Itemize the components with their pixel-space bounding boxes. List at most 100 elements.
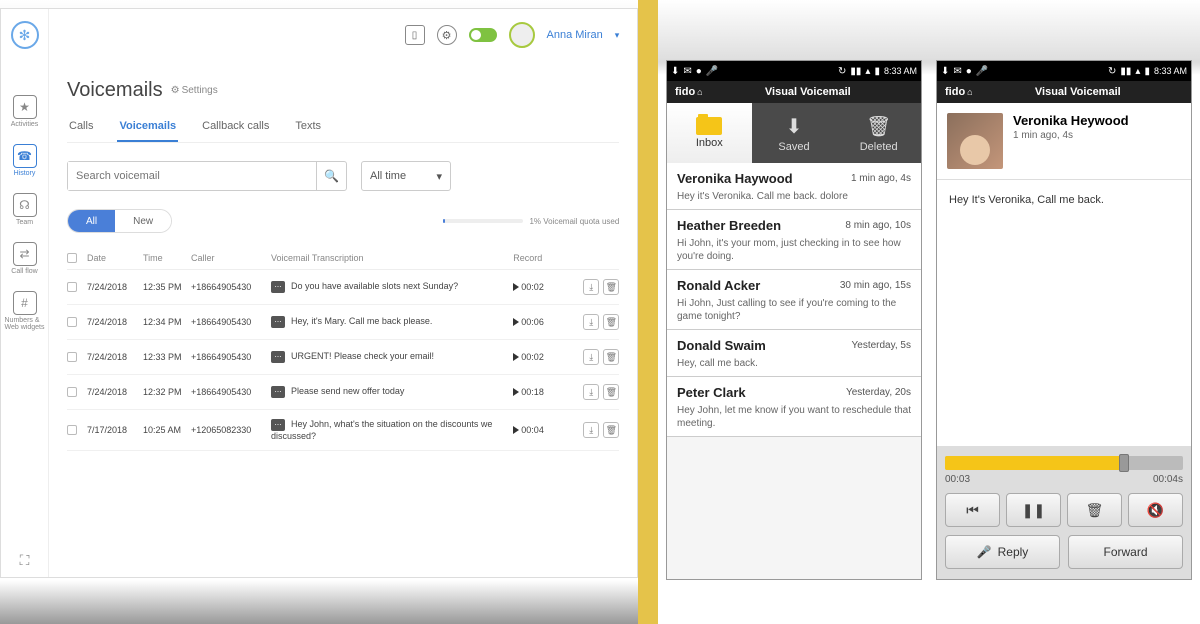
page-title-text: Voicemails bbox=[67, 79, 163, 102]
nav-callflow[interactable]: ⇄ Call flow bbox=[5, 242, 45, 275]
list-item[interactable]: Peter ClarkYesterday, 20sHey John, let m… bbox=[667, 377, 921, 437]
col-caller[interactable]: Caller bbox=[191, 253, 267, 263]
table-row[interactable]: 7/17/2018 10:25 AM +12065082330 ⋯Hey Joh… bbox=[67, 410, 619, 451]
nav-numbers[interactable]: #Numbers & Web widgets bbox=[5, 291, 45, 331]
avatar[interactable] bbox=[509, 22, 535, 48]
folder-icon bbox=[696, 117, 722, 135]
settings-link[interactable]: ⚙ Settings bbox=[171, 85, 218, 96]
tab-calls[interactable]: Calls bbox=[67, 120, 95, 142]
download-button[interactable]: ⤓ bbox=[583, 349, 599, 365]
time-filter-dropdown[interactable]: All time▾ bbox=[361, 161, 451, 191]
table-row[interactable]: 7/24/2018 12:35 PM +18664905430 ⋯Do you … bbox=[67, 270, 619, 305]
mute-button[interactable]: 🔇 bbox=[1128, 493, 1183, 527]
forward-button[interactable]: Forward bbox=[1068, 535, 1183, 569]
duration: 00:06 bbox=[521, 317, 544, 327]
fullscreen-icon[interactable]: ⛶ bbox=[20, 552, 30, 569]
download-button[interactable]: ⤓ bbox=[583, 279, 599, 295]
item-preview: Hey, call me back. bbox=[677, 357, 911, 370]
col-date[interactable]: Date bbox=[87, 253, 143, 263]
list-item[interactable]: Heather Breeden8 min ago, 10sHi John, it… bbox=[667, 210, 921, 270]
voicemail-table-body: 7/24/2018 12:35 PM +18664905430 ⋯Do you … bbox=[67, 270, 619, 451]
reply-label: Reply bbox=[998, 545, 1029, 559]
download-button[interactable]: ⤓ bbox=[583, 384, 599, 400]
tab-voicemails[interactable]: Voicemails bbox=[117, 120, 178, 142]
delete-button[interactable]: 🗑 bbox=[603, 384, 619, 400]
select-all-checkbox[interactable] bbox=[67, 253, 77, 263]
download-button[interactable]: ⤓ bbox=[583, 314, 599, 330]
play-button[interactable]: 00:02 bbox=[513, 282, 569, 292]
play-button[interactable]: 00:18 bbox=[513, 387, 569, 397]
table-row[interactable]: 7/24/2018 12:34 PM +18664905430 ⋯Hey, it… bbox=[67, 305, 619, 340]
delete-button[interactable]: 🗑 bbox=[1067, 493, 1122, 527]
tab-texts[interactable]: Texts bbox=[293, 120, 323, 142]
download-button[interactable]: ⤓ bbox=[583, 422, 599, 438]
cell-transcription: ⋯Do you have available slots next Sunday… bbox=[267, 281, 513, 293]
gear-icon[interactable]: ⚙ bbox=[437, 25, 457, 45]
nav-history[interactable]: ☎History bbox=[5, 144, 45, 177]
nav-activities[interactable]: ★Activities bbox=[5, 95, 45, 128]
row-checkbox[interactable] bbox=[67, 317, 77, 327]
play-button[interactable]: 00:04 bbox=[513, 425, 569, 435]
search-button[interactable]: 🔍 bbox=[316, 162, 346, 190]
chevron-down-icon[interactable]: ▾ bbox=[615, 30, 620, 41]
flow-icon: ⇄ bbox=[13, 242, 37, 266]
play-button[interactable]: 00:02 bbox=[513, 352, 569, 362]
status-toggle[interactable] bbox=[469, 28, 497, 42]
row-checkbox[interactable] bbox=[67, 387, 77, 397]
delete-button[interactable]: 🗑 bbox=[603, 314, 619, 330]
pill-all[interactable]: All bbox=[68, 210, 115, 232]
tab-inbox[interactable]: Inbox bbox=[667, 103, 752, 163]
desktop-app: ✻ ★Activities ☎History ☊Team ⇄Call flow … bbox=[0, 8, 638, 578]
reply-button[interactable]: 🎤Reply bbox=[945, 535, 1060, 569]
progress-handle[interactable] bbox=[1119, 454, 1129, 472]
item-meta: Yesterday, 20s bbox=[846, 387, 911, 398]
cell-time: 12:35 PM bbox=[143, 282, 191, 292]
row-checkbox[interactable] bbox=[67, 425, 77, 435]
progress-track[interactable] bbox=[945, 456, 1183, 470]
download-icon: ⬇ bbox=[786, 114, 803, 139]
tab-saved[interactable]: ⬇Saved bbox=[752, 103, 837, 163]
item-preview: Hey John, let me know if you want to res… bbox=[677, 404, 911, 430]
voice-icon: 🎤 bbox=[976, 66, 988, 77]
delete-button[interactable]: 🗑 bbox=[603, 279, 619, 295]
list-item[interactable]: Veronika Haywood1 min ago, 4sHey it's Ve… bbox=[667, 163, 921, 210]
statusbar: ⬇✉●🎤 ↻▮▮▴▮8:33 AM bbox=[937, 61, 1191, 81]
tab-deleted[interactable]: 🗑Deleted bbox=[836, 103, 921, 163]
prev-button[interactable]: ⏮ bbox=[945, 493, 1000, 527]
tab-callback[interactable]: Callback calls bbox=[200, 120, 271, 142]
app-title: Visual Voicemail bbox=[973, 86, 1183, 98]
topbar: ▯ ⚙ Anna Miran ▾ bbox=[67, 21, 619, 49]
pause-button[interactable]: ❚❚ bbox=[1006, 493, 1061, 527]
list-item[interactable]: Donald SwaimYesterday, 5sHey, call me ba… bbox=[667, 330, 921, 377]
row-checkbox[interactable] bbox=[67, 282, 77, 292]
stats-icon[interactable]: ▯ bbox=[405, 25, 425, 45]
transcript-icon: ⋯ bbox=[271, 419, 285, 431]
delete-button[interactable]: 🗑 bbox=[603, 349, 619, 365]
app-logo-icon: ✻ bbox=[11, 21, 39, 49]
star-icon: ★ bbox=[13, 95, 37, 119]
table-row[interactable]: 7/24/2018 12:32 PM +18664905430 ⋯Please … bbox=[67, 375, 619, 410]
cell-transcription: ⋯Please send new offer today bbox=[267, 386, 513, 398]
table-row[interactable]: 7/24/2018 12:33 PM +18664905430 ⋯URGENT!… bbox=[67, 340, 619, 375]
mail-icon: ✉ bbox=[953, 66, 961, 77]
item-preview: Hi John, Just calling to see if you're c… bbox=[677, 297, 911, 323]
nav-label: Call flow bbox=[11, 268, 37, 275]
table-header: Date Time Caller Voicemail Transcription… bbox=[67, 247, 619, 270]
trash-icon: 🗑 bbox=[1086, 502, 1104, 519]
search-input[interactable] bbox=[68, 162, 316, 190]
row-checkbox[interactable] bbox=[67, 352, 77, 362]
cell-caller: +18664905430 bbox=[191, 352, 267, 362]
col-time[interactable]: Time bbox=[143, 253, 191, 263]
username[interactable]: Anna Miran bbox=[547, 29, 603, 41]
app-titlebar: fido⌂Visual Voicemail bbox=[667, 81, 921, 103]
signal-icon: ▴ bbox=[1135, 66, 1140, 77]
list-item[interactable]: Ronald Acker30 min ago, 15sHi John, Just… bbox=[667, 270, 921, 330]
voicemail-list[interactable]: Veronika Haywood1 min ago, 4sHey it's Ve… bbox=[667, 163, 921, 579]
quota-text: 1% Voicemail quota used bbox=[529, 217, 619, 226]
nav-team[interactable]: ☊Team bbox=[5, 193, 45, 226]
pill-new[interactable]: New bbox=[115, 210, 171, 232]
play-button[interactable]: 00:06 bbox=[513, 317, 569, 327]
delete-button[interactable]: 🗑 bbox=[603, 422, 619, 438]
cell-date: 7/17/2018 bbox=[87, 425, 143, 435]
contact-avatar bbox=[947, 113, 1003, 169]
